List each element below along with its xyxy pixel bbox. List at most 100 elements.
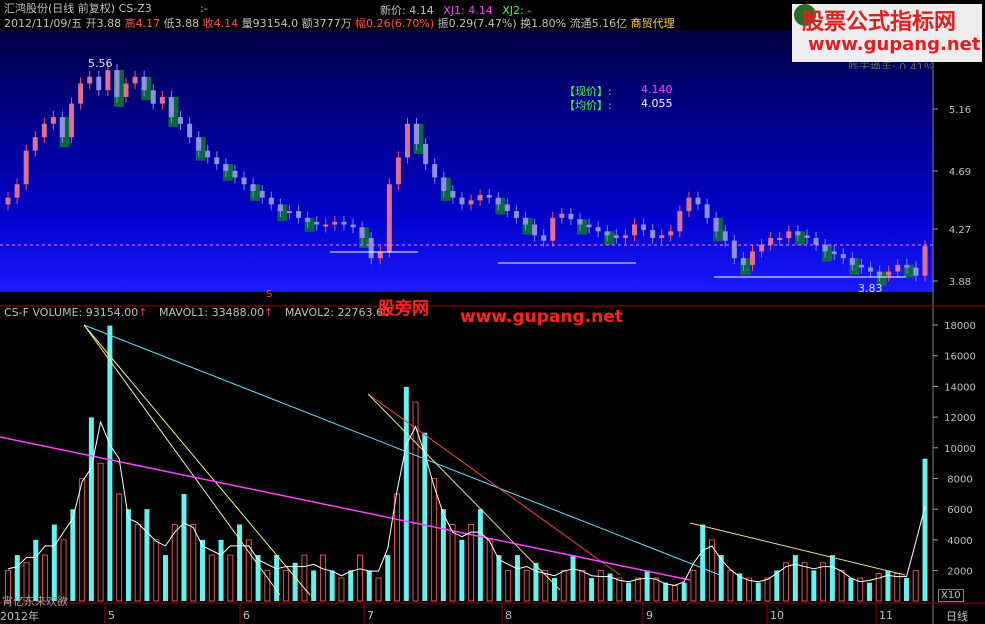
- volume-bar-up: [319, 554, 326, 602]
- volume-label: 量: [241, 17, 253, 30]
- high-label: 高: [124, 17, 136, 30]
- volume-bar-down: [903, 578, 909, 601]
- price-panel-bg: [0, 30, 933, 292]
- candle-body: [296, 211, 302, 218]
- candle-body: [196, 137, 202, 151]
- amplitude-label: 振: [437, 17, 449, 30]
- volume-bar-down: [200, 539, 206, 601]
- candle-body: [187, 123, 193, 138]
- volume-bar-up: [208, 554, 215, 602]
- volume-bar-up: [356, 554, 363, 602]
- watermark-url: www.gupang.net: [808, 34, 981, 55]
- candle-body: [178, 117, 184, 124]
- candle-body: [877, 271, 883, 276]
- volume-bars: [5, 325, 928, 602]
- volume-bar-up: [727, 569, 734, 602]
- volume-bar-down: [514, 555, 520, 601]
- volume-bar-down: [829, 555, 835, 601]
- volume-tick-label: 14000: [944, 382, 976, 393]
- volume-bar-down: [366, 570, 372, 601]
- candle-body: [722, 231, 728, 241]
- float-value: 5.16亿: [591, 17, 628, 30]
- volume-indicator-name[interactable]: CS-F VOLUME:: [4, 306, 82, 319]
- period-label[interactable]: 日线: [946, 608, 968, 624]
- volume-bar-up: [616, 577, 623, 602]
- candle-body: [105, 70, 111, 91]
- volume-bar-up: [671, 585, 678, 602]
- new-price-value: 4.14: [409, 4, 434, 17]
- candle-body: [123, 83, 129, 97]
- candle-body: [59, 117, 65, 138]
- low-label: 低: [163, 17, 175, 30]
- candle-body: [740, 258, 746, 265]
- volume-bar-up: [746, 577, 753, 602]
- volume-bar-down: [144, 509, 150, 601]
- candle-body: [922, 246, 928, 276]
- candle-body: [731, 240, 737, 259]
- candle-body: [550, 217, 556, 241]
- candle-body: [541, 235, 547, 241]
- candle-body: [532, 224, 538, 236]
- volume-bar-down: [403, 386, 409, 601]
- candle-body: [713, 217, 719, 232]
- candle-body: [286, 211, 292, 214]
- volume-bar-up: [97, 462, 104, 602]
- bottom-left-text: 宵亿东来欢欲: [2, 595, 68, 608]
- candle-body: [205, 150, 211, 158]
- volume-bar-down: [626, 582, 632, 601]
- candle-body: [78, 83, 84, 104]
- volume-panel[interactable]: [0, 324, 928, 602]
- candle-body: [595, 227, 601, 232]
- volume-value: 93154.0: [252, 17, 299, 30]
- candle-body: [804, 235, 810, 238]
- candle-body: [250, 184, 256, 191]
- candle-body: [604, 231, 610, 236]
- volume-current: 93154.00: [85, 306, 139, 319]
- indicator-name[interactable]: CS-Z3: [119, 2, 152, 15]
- volume-bar-up: [820, 562, 827, 602]
- candle-body: [404, 123, 410, 158]
- price-axis: 5.16 4.69 4.27 3.88: [933, 105, 971, 288]
- candle-body: [314, 221, 320, 225]
- low-value: 3.88: [174, 17, 200, 30]
- amplitude-value: 0.29(7.47%): [448, 17, 517, 30]
- volume-bar-up: [912, 569, 919, 602]
- volume-bar-down: [162, 555, 168, 601]
- candle-body: [332, 221, 338, 225]
- header-line-2: 2012/11/09/五 开3.88 高4.17 低3.88 收4.14 量93…: [4, 17, 675, 31]
- candle-body: [368, 238, 374, 259]
- new-price-label: 新价:: [380, 4, 406, 17]
- candle-body: [831, 251, 837, 255]
- candle-body: [50, 117, 56, 124]
- candle-body: [795, 231, 801, 236]
- volume-bar-up: [227, 554, 234, 602]
- candle-body: [214, 157, 220, 165]
- volume-bar-up: [171, 524, 178, 602]
- stock-chart-window: 汇鸿股份(日线 前复权) CS-Z3 :- 新价: 4.14 XJ1: 4.14…: [0, 0, 985, 624]
- volume-bar-down: [792, 555, 798, 601]
- candle-body: [386, 184, 392, 252]
- volume-bar-up: [190, 524, 197, 602]
- volume-bar-down: [663, 582, 669, 601]
- volume-bar-down: [88, 417, 94, 601]
- volume-bar-up: [431, 478, 438, 602]
- candle-body: [159, 96, 165, 104]
- main-chart-svg[interactable]: 5.16 4.69 4.27 3.88 18000 16000 14000 12000 100…: [0, 30, 985, 624]
- change-label: 幅: [355, 17, 367, 30]
- sector-label[interactable]: 商贸代理: [631, 17, 675, 30]
- volume-bar-down: [70, 509, 76, 601]
- volume-bar-up: [579, 569, 586, 602]
- xj1-value: 4.14: [468, 4, 493, 17]
- mavol2-label: MAVOL2:: [284, 306, 334, 319]
- volume-bar-up: [468, 524, 475, 602]
- price-panel[interactable]: [0, 30, 933, 292]
- volume-bar-up: [394, 493, 401, 602]
- candle-body: [32, 137, 38, 151]
- candle-body: [441, 177, 447, 191]
- candle-body: [786, 231, 792, 238]
- volume-bar-down: [237, 524, 243, 601]
- candle-body: [523, 217, 529, 225]
- xj1-label: XJ1:: [443, 4, 465, 17]
- volume-bar-down: [33, 539, 39, 601]
- candle-body: [504, 204, 510, 212]
